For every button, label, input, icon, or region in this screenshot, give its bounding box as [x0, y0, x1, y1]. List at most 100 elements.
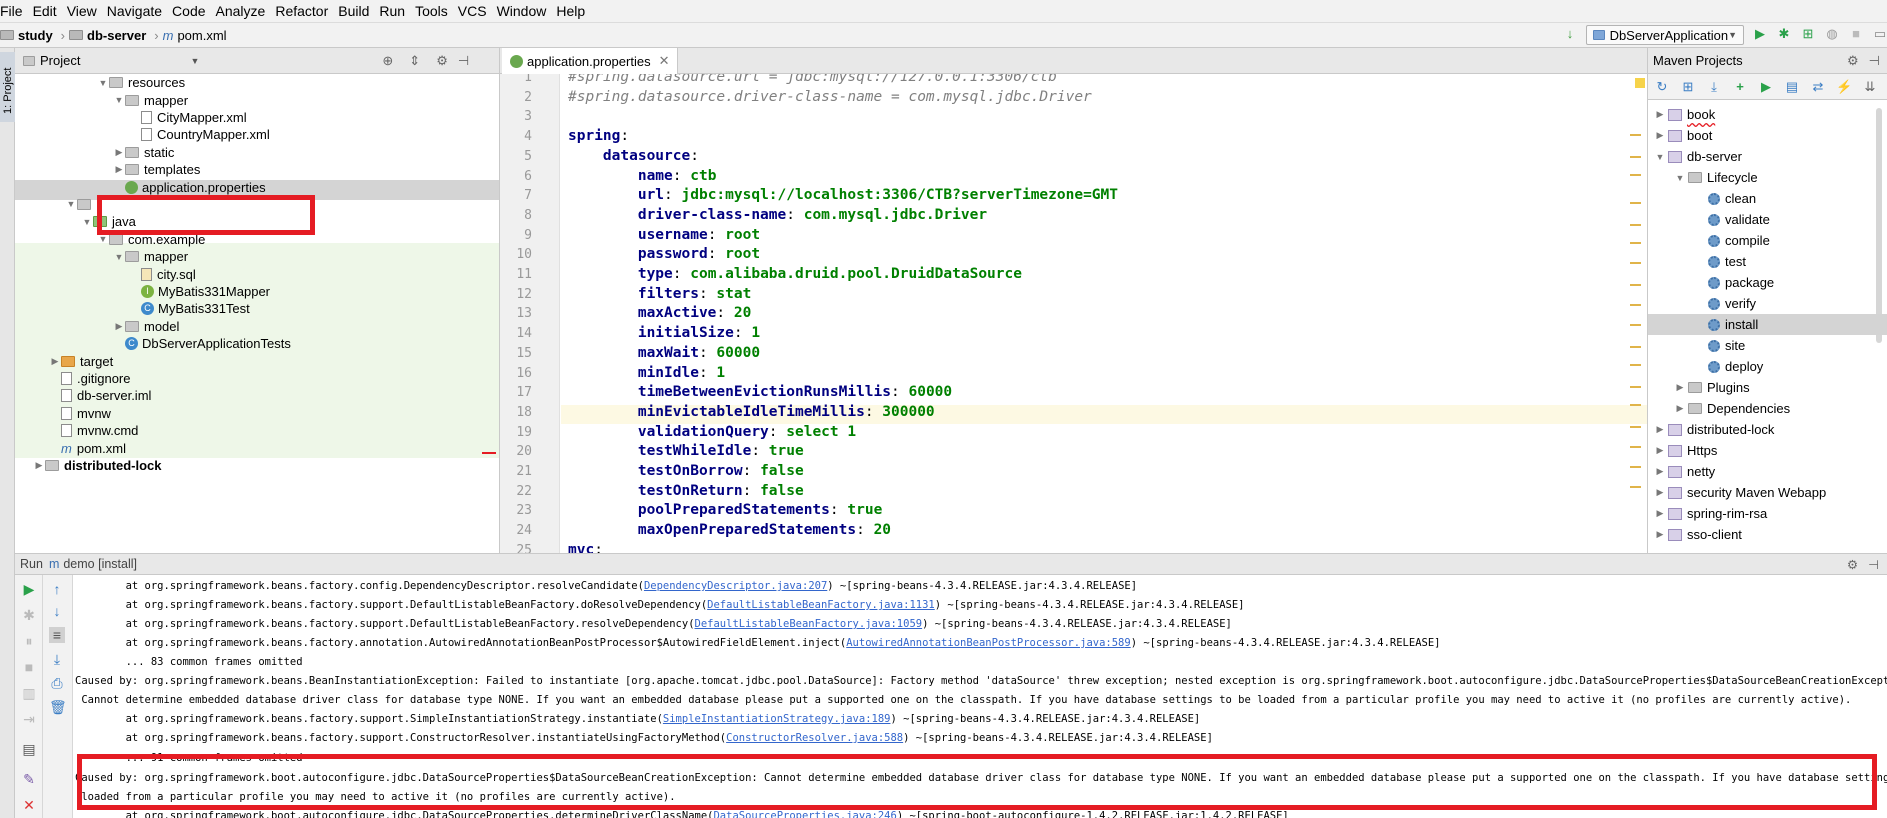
tree-item[interactable]: ▼ mapper	[15, 91, 499, 108]
maven-tree-item[interactable]: ▶ boot	[1648, 125, 1887, 146]
run-icon[interactable]: ▶	[1758, 79, 1774, 95]
expand-down-icon[interactable]: ▼	[113, 252, 125, 262]
tree-item[interactable]: ▶ target	[15, 352, 499, 369]
close-icon[interactable]: ✕	[659, 53, 670, 69]
maven-tree-item[interactable]: install	[1648, 314, 1887, 335]
expand-right-icon[interactable]: ▶	[33, 460, 45, 471]
gear-icon[interactable]: ⚙	[436, 53, 448, 69]
maven-tree-item[interactable]: compile	[1648, 230, 1887, 251]
profile-icon[interactable]: ◍	[1824, 26, 1840, 42]
scroll-to-end-icon[interactable]: ⤓	[49, 651, 65, 667]
menu-refactor[interactable]: Refactor	[275, 3, 336, 19]
tree-item[interactable]: C MyBatis331Test	[15, 300, 499, 317]
arrow-down-icon[interactable]: ↓	[49, 603, 65, 619]
breadcrumb-db-server[interactable]: db-server	[69, 28, 146, 43]
menu-build[interactable]: Build	[338, 3, 377, 19]
source-link[interactable]: DefaultListableBeanFactory.java:1131	[707, 599, 935, 611]
expand-right-icon[interactable]: ▶	[113, 147, 125, 158]
menu-file[interactable]: File	[0, 3, 31, 19]
source-link[interactable]: AutowiredAnnotationBeanPostProcessor.jav…	[846, 637, 1130, 649]
project-tool-tab[interactable]: 1: Project	[0, 52, 15, 122]
expand-right-icon[interactable]: ▶	[1652, 445, 1668, 456]
download-icon[interactable]: ⤓	[1706, 79, 1722, 95]
expand-down-icon[interactable]: ▼	[97, 78, 109, 88]
thread-dump-icon[interactable]: ▥	[21, 685, 37, 701]
maven-tree-item[interactable]: ▶ security Maven Webapp	[1648, 482, 1887, 503]
reimport-icon[interactable]: ↻	[1654, 79, 1670, 95]
menu-run[interactable]: Run	[379, 3, 413, 19]
maven-tree-item[interactable]: ▶ Dependencies	[1648, 398, 1887, 419]
rerun-icon[interactable]: ▶	[21, 581, 37, 597]
menu-navigate[interactable]: Navigate	[107, 3, 170, 19]
tree-item[interactable]: ▶ model	[15, 318, 499, 335]
close-icon[interactable]: ✕	[21, 797, 37, 813]
toggle-offline-icon[interactable]: ⇄	[1810, 79, 1826, 95]
hide-icon[interactable]: ⊣	[1869, 53, 1880, 69]
maven-tree-item[interactable]: ▶ sso-client	[1648, 524, 1887, 545]
target-icon[interactable]: ⊕	[382, 53, 393, 69]
hide-icon[interactable]: ⊣	[1868, 557, 1879, 572]
tree-item[interactable]: mvnw.cmd	[15, 422, 499, 439]
source-link[interactable]: DefaultListableBeanFactory.java:1059	[695, 618, 923, 630]
source-link[interactable]: ConstructorResolver.java:588	[726, 732, 903, 744]
tree-item[interactable]: CityMapper.xml	[15, 109, 499, 126]
tree-item[interactable]: mvnw	[15, 405, 499, 422]
expand-down-icon[interactable]: ▼	[97, 234, 109, 244]
tree-item[interactable]: ▼ java	[15, 213, 499, 230]
tree-item[interactable]: ▶ static	[15, 144, 499, 161]
menu-view[interactable]: View	[67, 3, 105, 19]
expand-down-icon[interactable]: ▼	[1672, 173, 1688, 183]
menu-code[interactable]: Code	[172, 3, 213, 19]
maven-tree-item[interactable]: deploy	[1648, 356, 1887, 377]
expand-right-icon[interactable]: ▶	[1652, 529, 1668, 540]
maven-tree-item[interactable]: ▼ Lifecycle	[1648, 167, 1887, 188]
generate-sources-icon[interactable]: ⊞	[1680, 79, 1696, 95]
expand-down-icon[interactable]: ▼	[81, 217, 93, 227]
expand-right-icon[interactable]: ▶	[1652, 466, 1668, 477]
expand-down-icon[interactable]: ▼	[1652, 152, 1668, 162]
collapse-icon[interactable]: ⇕	[409, 53, 420, 69]
execute-goal-icon[interactable]: ▤	[1784, 79, 1800, 95]
maven-tree-item[interactable]: clean	[1648, 188, 1887, 209]
tree-item[interactable]: ▼	[15, 196, 499, 213]
layout-icon[interactable]: ▤	[21, 741, 37, 757]
stop-icon[interactable]: ■	[1848, 26, 1864, 42]
maven-tree-item[interactable]: ▶ netty	[1648, 461, 1887, 482]
tree-item[interactable]: m pom.xml	[15, 439, 499, 456]
maven-tree-item[interactable]: ▶ distributed-lock	[1648, 419, 1887, 440]
menu-window[interactable]: Window	[497, 3, 555, 19]
run-icon[interactable]: ▶	[1752, 26, 1768, 42]
maven-tree-item[interactable]: verify	[1648, 293, 1887, 314]
expand-right-icon[interactable]: ▶	[49, 356, 61, 367]
gear-icon[interactable]: ⚙	[1847, 53, 1859, 69]
make-project-icon[interactable]: ↓	[1562, 26, 1578, 42]
maven-tree-item[interactable]: validate	[1648, 209, 1887, 230]
expand-down-icon[interactable]: ▼	[113, 95, 125, 105]
expand-right-icon[interactable]: ▶	[113, 164, 125, 175]
menu-help[interactable]: Help	[556, 3, 593, 19]
tree-item[interactable]: application.properties	[15, 178, 499, 195]
clear-all-icon[interactable]: 🗑	[49, 699, 67, 715]
pause-icon[interactable]: ⏸	[21, 633, 37, 649]
expand-down-icon[interactable]: ▼	[65, 199, 77, 209]
maven-tree-item[interactable]: ▶ spring-rim-rsa	[1648, 503, 1887, 524]
tree-item[interactable]: .gitignore	[15, 370, 499, 387]
source-link[interactable]: DependencyDescriptor.java:207	[644, 580, 827, 592]
collapse-all-icon[interactable]: ⇊	[1862, 79, 1878, 95]
exit-icon[interactable]: ⇥	[21, 711, 37, 727]
debug-icon[interactable]: ✱	[21, 607, 37, 623]
maven-tree-item[interactable]: package	[1648, 272, 1887, 293]
tree-item[interactable]: ▶ templates	[15, 161, 499, 178]
tree-item[interactable]: C DbServerApplicationTests	[15, 335, 499, 352]
maven-tree-item[interactable]: ▼ db-server	[1648, 146, 1887, 167]
breadcrumb-study[interactable]: study	[0, 28, 53, 43]
tree-item[interactable]: db-server.iml	[15, 387, 499, 404]
expand-right-icon[interactable]: ▶	[1652, 109, 1668, 120]
maven-tree-item[interactable]: ▶ Plugins	[1648, 377, 1887, 398]
gear-icon[interactable]: ⚙	[1847, 557, 1858, 572]
maven-tree-item[interactable]: test	[1648, 251, 1887, 272]
skip-tests-icon[interactable]: ⚡	[1836, 79, 1852, 95]
tree-item[interactable]: ▼ resources	[15, 74, 499, 91]
expand-right-icon[interactable]: ▶	[1652, 424, 1668, 435]
source-link[interactable]: SimpleInstantiationStrategy.java:189	[663, 713, 891, 725]
